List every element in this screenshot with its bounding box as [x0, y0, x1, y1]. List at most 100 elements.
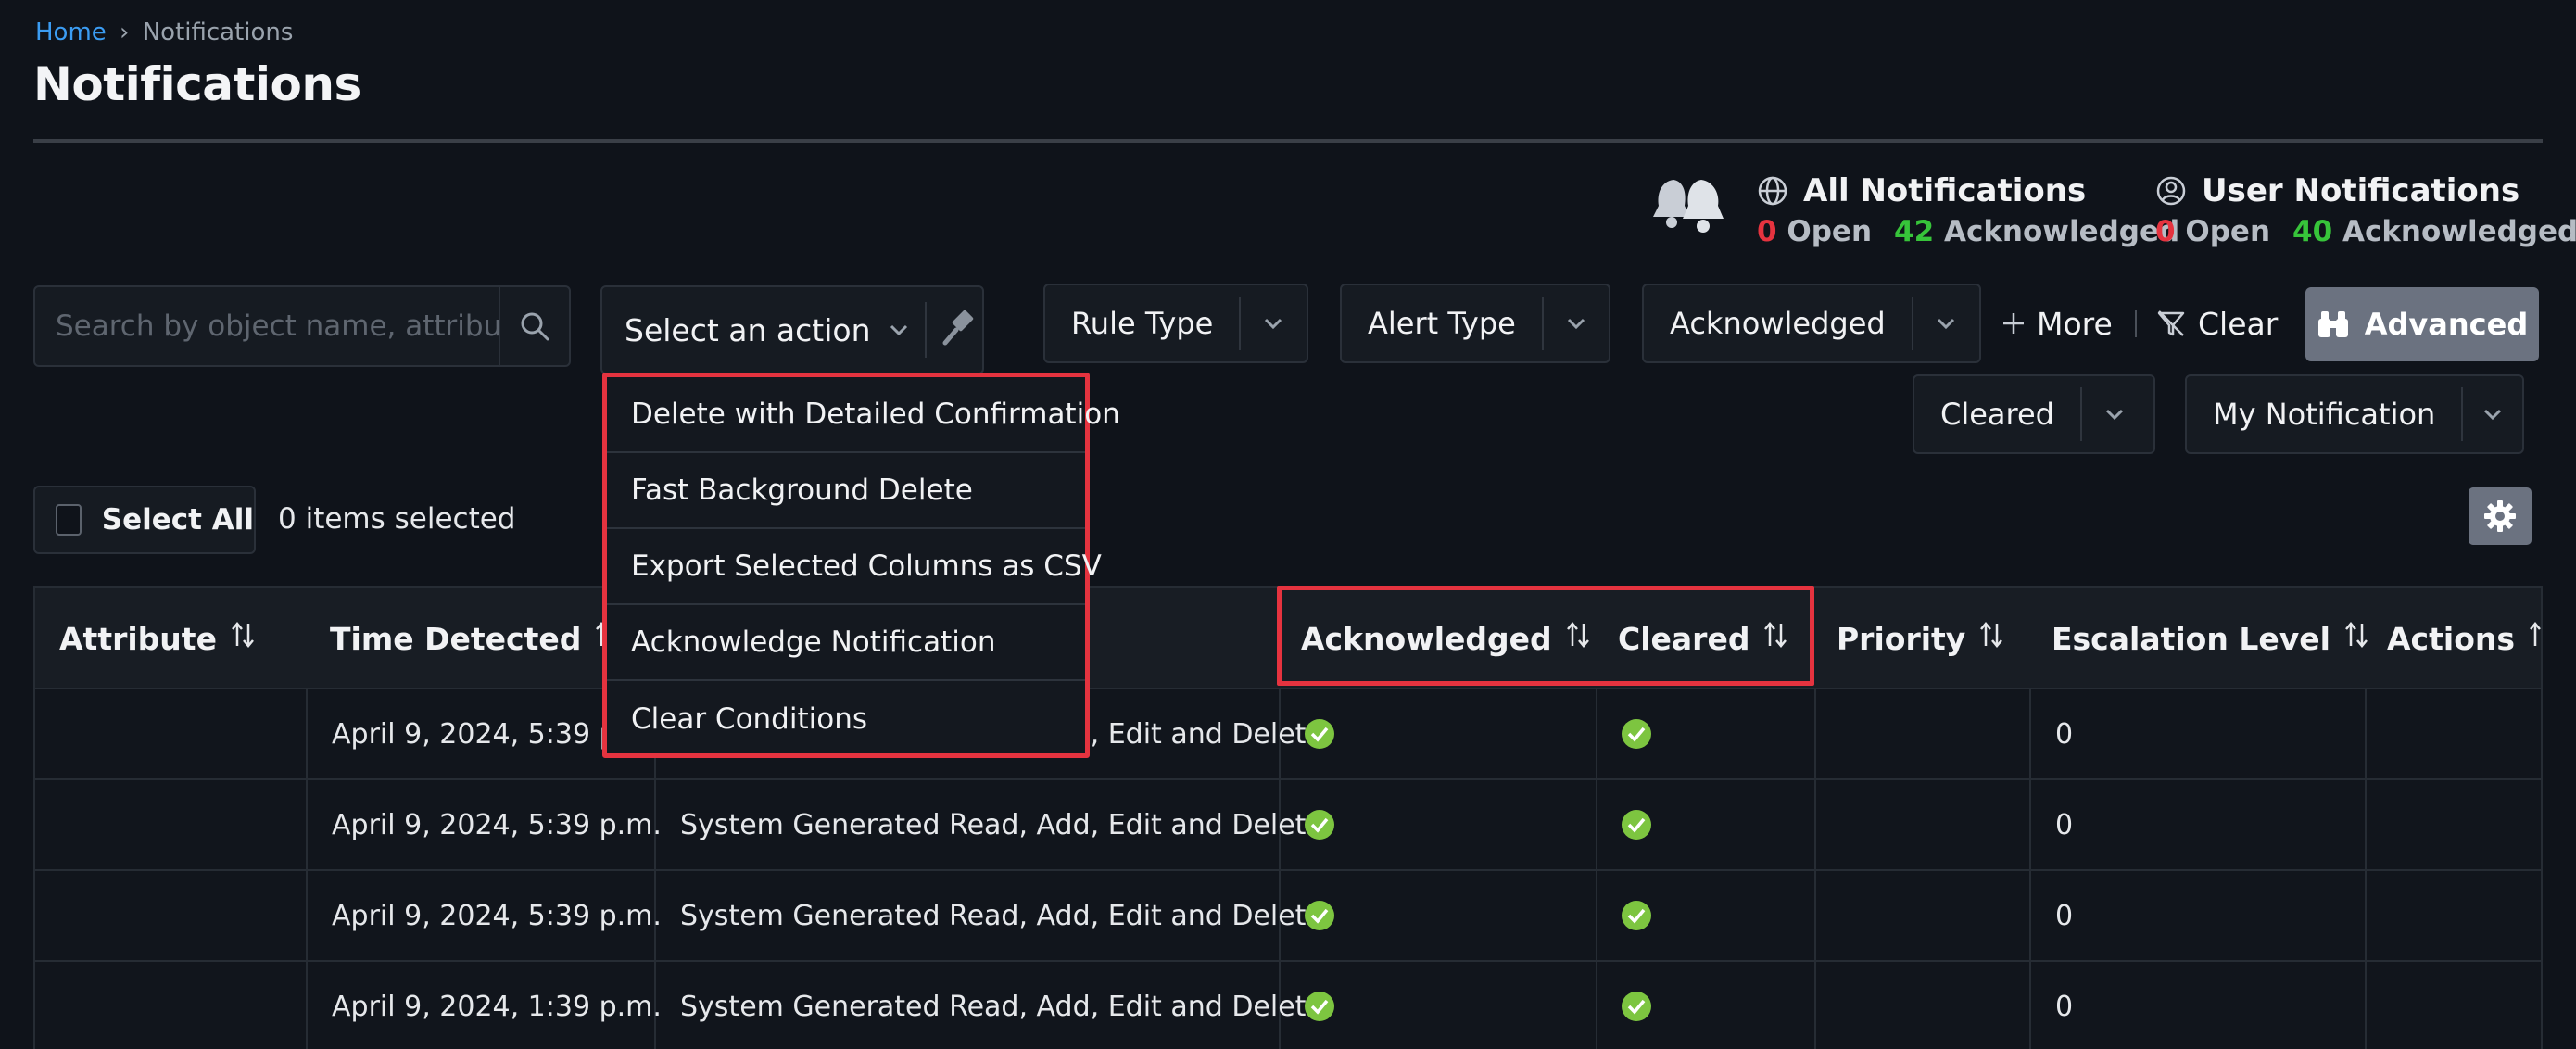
user-ack-count: 40 [2292, 215, 2333, 248]
all-notifications-counts: 0 Open 42 Acknowledged [1757, 215, 2179, 248]
all-open-count: 0 [1757, 215, 1777, 248]
chevron-down-icon [1544, 310, 1609, 336]
check-circle-icon [1622, 901, 1651, 930]
cell-acknowledged [1303, 871, 1336, 960]
binoculars-icon [2317, 311, 2348, 337]
column-header-actions[interactable]: Actions [2387, 588, 2541, 689]
sort-icon [2340, 618, 2373, 659]
action-select[interactable]: Select an action [600, 285, 984, 374]
page-title: Notifications [33, 57, 361, 111]
table-row[interactable]: April 9, 2024, 5:39 p.m. System Generate… [35, 689, 2541, 780]
column-header-actions-label: Actions [2387, 620, 2515, 657]
check-circle-icon [1305, 719, 1334, 749]
search-button[interactable] [499, 287, 569, 365]
table-row[interactable]: April 9, 2024, 1:39 p.m. System Generate… [35, 962, 2541, 1049]
acknowledged-filter-label: Acknowledged [1670, 306, 1886, 341]
menu-item-delete-detailed[interactable]: Delete with Detailed Confirmation [607, 377, 1120, 453]
cell-time-detected: April 9, 2024, 1:39 p.m. [332, 990, 662, 1023]
clear-label: Clear [2198, 305, 2279, 342]
column-header-priority[interactable]: Priority [1837, 588, 2008, 689]
sort-icon [1975, 618, 2008, 659]
select-all-label: Select All [101, 503, 254, 537]
cell-escalation-level: 0 [2055, 808, 2074, 841]
cell-time-detected: April 9, 2024, 5:39 p.m. [332, 899, 662, 932]
column-header-escalation-level[interactable]: Escalation Level [2052, 588, 2373, 689]
select-all-checkbox[interactable] [56, 504, 82, 536]
cell-escalation-level: 0 [2055, 899, 2074, 932]
breadcrumb-home-link[interactable]: Home [35, 19, 107, 46]
columns-highlight [1277, 586, 1814, 686]
advanced-search-button[interactable]: Advanced [2305, 287, 2539, 361]
cleared-filter[interactable]: Cleared [1913, 374, 2155, 454]
cell-acknowledged [1303, 689, 1336, 778]
my-notification-filter[interactable]: My Notification [2185, 374, 2524, 454]
cell-cleared [1620, 871, 1653, 960]
chevron-down-icon [2082, 401, 2147, 427]
action-apply-button[interactable] [940, 308, 980, 352]
breadcrumb: Home › Notifications [35, 19, 293, 46]
check-circle-icon [1622, 992, 1651, 1021]
column-header-priority-label: Priority [1837, 620, 1966, 657]
clear-filters-button[interactable]: Clear [2155, 295, 2278, 352]
cell-cleared [1620, 780, 1653, 869]
select-all-control[interactable]: Select All [33, 486, 256, 554]
cell-permission: System Generated Read, Add, Edit and Del… [680, 990, 1323, 1023]
title-divider [33, 139, 2543, 143]
user-notifications-summary[interactable]: User Notifications 0 Open 40 Acknowledged [2155, 172, 2576, 248]
column-header-attribute-label: Attribute [59, 620, 217, 657]
action-select-label: Select an action [625, 311, 871, 348]
rule-type-filter[interactable]: Rule Type [1043, 284, 1308, 363]
chevron-down-icon [1913, 310, 1978, 336]
sort-icon [2524, 618, 2541, 659]
column-header-time-detected[interactable]: Time Detected [330, 588, 624, 689]
menu-item-clear-conditions[interactable]: Clear Conditions [607, 681, 1085, 757]
check-circle-icon [1622, 810, 1651, 840]
table-settings-button[interactable] [2469, 487, 2532, 545]
cell-permission: System Generated Read, Add, Edit and Del… [680, 808, 1323, 841]
advanced-label: Advanced [2364, 307, 2529, 342]
alert-type-label: Alert Type [1368, 306, 1516, 341]
menu-item-export-csv[interactable]: Export Selected Columns as CSV [607, 529, 1102, 605]
cell-acknowledged [1303, 962, 1336, 1049]
search-input[interactable] [35, 287, 499, 365]
more-filters-button[interactable]: More [2000, 295, 2113, 352]
search-box [33, 285, 571, 367]
gear-icon [2484, 500, 2516, 532]
search-icon [521, 312, 549, 341]
user-notifications-title: User Notifications [2202, 172, 2520, 209]
table-row[interactable]: April 9, 2024, 5:39 p.m. System Generate… [35, 780, 2541, 871]
user-open-label: Open [2185, 215, 2271, 248]
action-select-divider [924, 302, 927, 358]
all-ack-label: Acknowledged [1943, 215, 2180, 248]
menu-item-fast-delete[interactable]: Fast Background Delete [607, 453, 1085, 529]
check-circle-icon [1305, 992, 1334, 1021]
check-circle-icon [1305, 901, 1334, 930]
all-open-label: Open [1787, 215, 1873, 248]
toolbar-divider [2135, 310, 2137, 337]
cleared-filter-label: Cleared [1940, 397, 2054, 432]
cell-acknowledged [1303, 780, 1336, 869]
check-circle-icon [1305, 810, 1334, 840]
user-ack-label: Acknowledged [2342, 215, 2576, 248]
user-open-count: 0 [2155, 215, 2176, 248]
cell-cleared [1620, 962, 1653, 1049]
cell-escalation-level: 0 [2055, 717, 2074, 751]
chevron-down-icon [1241, 310, 1306, 336]
menu-item-acknowledge[interactable]: Acknowledge Notification [607, 605, 1085, 681]
cell-cleared [1620, 689, 1653, 778]
plus-icon [2003, 313, 2024, 334]
table-row[interactable]: April 9, 2024, 5:39 p.m. System Generate… [35, 871, 2541, 962]
globe-icon [1758, 176, 1787, 206]
all-notifications-summary[interactable]: All Notifications 0 Open 42 Acknowledged [1757, 172, 2179, 248]
all-notifications-title: All Notifications [1803, 172, 2087, 209]
chevron-down-icon [890, 324, 907, 336]
column-header-attribute[interactable]: Attribute [59, 588, 259, 689]
chevron-down-icon [2463, 401, 2522, 427]
gavel-icon [942, 310, 973, 346]
alert-type-filter[interactable]: Alert Type [1340, 284, 1610, 363]
items-selected-count: 0 items selected [278, 502, 516, 536]
sort-icon [226, 618, 259, 659]
column-header-time-detected-label: Time Detected [330, 620, 582, 657]
user-notifications-counts: 0 Open 40 Acknowledged [2155, 215, 2576, 248]
acknowledged-filter[interactable]: Acknowledged [1642, 284, 1981, 363]
